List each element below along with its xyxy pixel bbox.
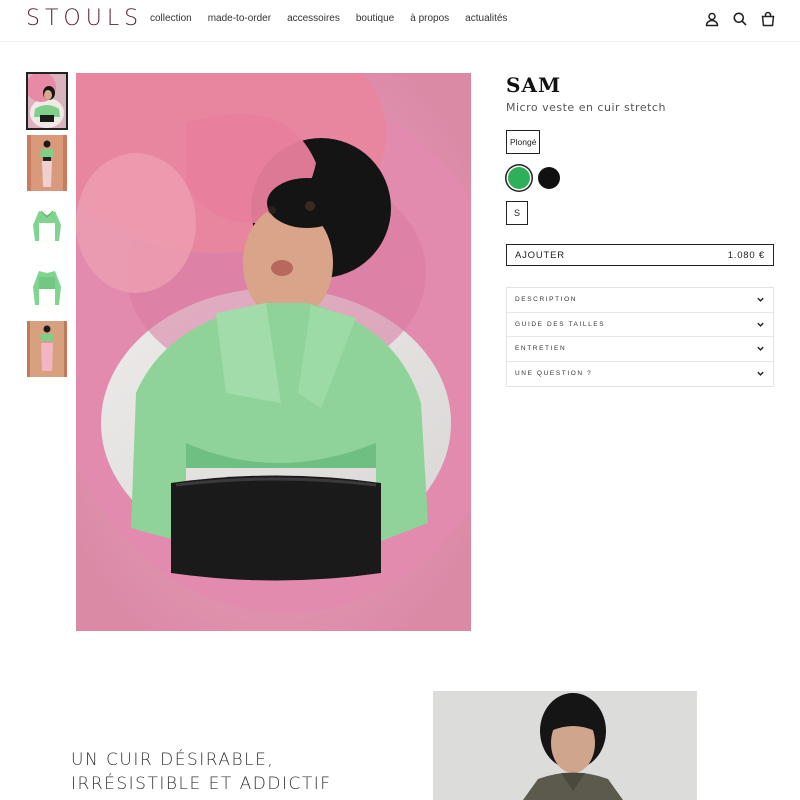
site-header: STOULS collection made-to-order accessoi… [0,0,800,42]
size-option-button[interactable]: S [506,201,528,225]
thumbnail-1[interactable] [26,72,68,130]
account-icon[interactable] [704,11,720,27]
accordion-label: DESCRIPTION [515,296,578,304]
search-icon[interactable] [732,11,748,27]
tagline-line-1: UN CUIR DÉSIRABLE, [71,750,275,770]
color-swatch-green[interactable] [508,167,530,189]
nav-boutique[interactable]: boutique [356,13,394,24]
add-to-cart-label: AJOUTER [515,249,565,261]
chevron-down-icon [757,346,764,352]
thumbnail-2[interactable] [27,135,67,191]
product-subtitle: Micro veste en cuir stretch [506,101,666,114]
accordion-description[interactable]: DESCRIPTION [507,288,773,313]
feature-image [433,691,697,800]
color-swatch-black[interactable] [538,167,560,189]
product-accordion: DESCRIPTION GUIDE DES TAILLES ENTRETIEN … [506,287,774,387]
add-to-cart-button[interactable]: AJOUTER 1.080 € [506,244,774,266]
nav-collection[interactable]: collection [150,13,192,24]
product-info: SAM Micro veste en cuir stretch Plongé S… [506,73,774,387]
cart-icon[interactable] [760,11,776,27]
thumbnail-4[interactable] [27,259,67,315]
nav-made-to-order[interactable]: made-to-order [208,13,271,24]
nav-accessoires[interactable]: accessoires [287,13,340,24]
accordion-size-guide[interactable]: GUIDE DES TAILLES [507,313,773,337]
thumbnail-3[interactable] [27,197,67,253]
thumbnail-5[interactable] [27,321,67,377]
chevron-down-icon [757,297,764,303]
accordion-label: ENTRETIEN [515,345,567,353]
main-nav: collection made-to-order accessoires bou… [150,13,523,24]
header-icons [704,11,776,27]
color-swatches [506,167,774,189]
nav-a-propos[interactable]: à propos [410,13,449,24]
chevron-down-icon [757,371,764,377]
main-product-image[interactable] [76,73,471,631]
accordion-care[interactable]: ENTRETIEN [507,337,773,362]
brand-logo[interactable]: STOULS [26,6,143,31]
accordion-label: GUIDE DES TAILLES [515,320,606,328]
material-option-button[interactable]: Plongé [506,130,541,154]
accordion-label: UNE QUESTION ? [515,370,593,378]
nav-actualites[interactable]: actualités [465,13,507,24]
product-title: SAM [506,73,562,97]
tagline-line-2: IRRÉSISTIBLE ET ADDICTIF [71,774,332,794]
accordion-question[interactable]: UNE QUESTION ? [507,362,773,387]
feature-tagline: UN CUIR DÉSIRABLE, IRRÉSISTIBLE ET ADDIC… [71,748,332,796]
thumbnail-gallery [26,72,68,383]
price: 1.080 € [727,249,765,261]
chevron-down-icon [757,322,764,327]
